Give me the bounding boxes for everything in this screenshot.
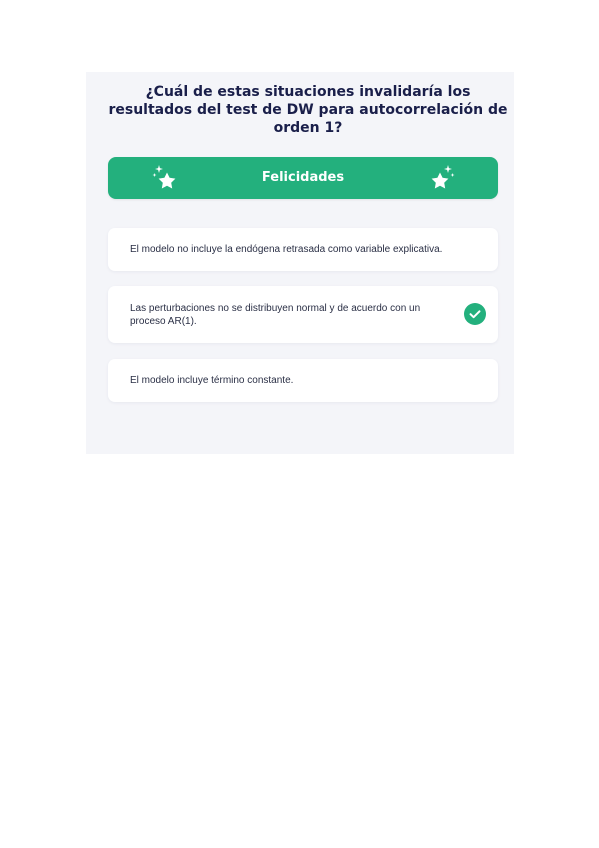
- question-title: ¿Cuál de estas situaciones invalidaría l…: [108, 84, 508, 136]
- congrats-banner: Felicidades: [108, 157, 498, 199]
- sparkle-star-icon: [426, 163, 456, 193]
- check-circle-icon: [464, 303, 486, 325]
- page: ¿Cuál de estas situaciones invalidaría l…: [0, 0, 599, 848]
- answer-option-1[interactable]: El modelo no incluye la endógena retrasa…: [108, 228, 498, 271]
- answer-option-text: El modelo incluye término constante.: [130, 375, 294, 386]
- answer-option-text: Las perturbaciones no se distribuyen nor…: [130, 303, 421, 327]
- answer-option-text: El modelo no incluye la endógena retrasa…: [130, 244, 443, 255]
- quiz-card: ¿Cuál de estas situaciones invalidaría l…: [86, 72, 514, 454]
- answer-option-2[interactable]: Las perturbaciones no se distribuyen nor…: [108, 286, 498, 343]
- answer-option-3[interactable]: El modelo incluye término constante.: [108, 359, 498, 402]
